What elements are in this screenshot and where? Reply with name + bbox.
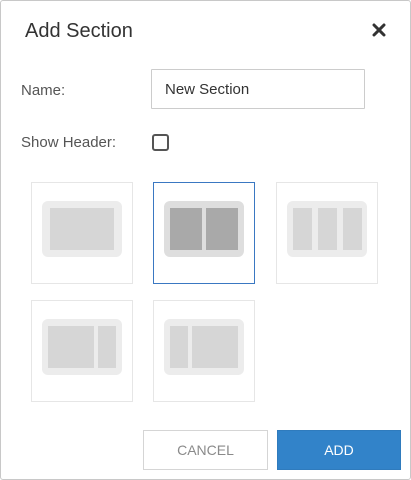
layout-column: [170, 326, 188, 368]
add-section-dialog: Add Section Name: Show Header:: [0, 0, 411, 480]
layout-column: [170, 208, 202, 250]
layout-column: [318, 208, 337, 250]
show-header-checkbox[interactable]: [152, 134, 169, 151]
layout-preview: [42, 201, 122, 257]
layout-column: [48, 326, 94, 368]
layout-option-three-columns[interactable]: [276, 182, 378, 284]
layout-column: [293, 208, 312, 250]
name-label: Name:: [21, 82, 66, 99]
layout-column: [206, 208, 238, 250]
layout-preview: [42, 319, 122, 375]
close-button[interactable]: [368, 19, 390, 41]
layout-column: [50, 208, 114, 250]
show-header-label: Show Header:: [21, 134, 117, 151]
layout-column: [192, 326, 238, 368]
cancel-button[interactable]: CANCEL: [143, 430, 268, 470]
add-button[interactable]: ADD: [277, 430, 401, 470]
layout-column: [343, 208, 362, 250]
layout-option-narrow-left-wide-right[interactable]: [153, 300, 255, 402]
layout-preview: [164, 319, 244, 375]
layout-option-single-column[interactable]: [31, 182, 133, 284]
dialog-title: Add Section: [25, 20, 133, 42]
name-input[interactable]: [151, 69, 365, 109]
layout-column: [98, 326, 116, 368]
layout-preview: [287, 201, 367, 257]
layout-option-two-equal-columns[interactable]: [153, 182, 255, 284]
close-icon: [372, 23, 386, 37]
layout-option-wide-left-narrow-right[interactable]: [31, 300, 133, 402]
layout-preview: [164, 201, 244, 257]
